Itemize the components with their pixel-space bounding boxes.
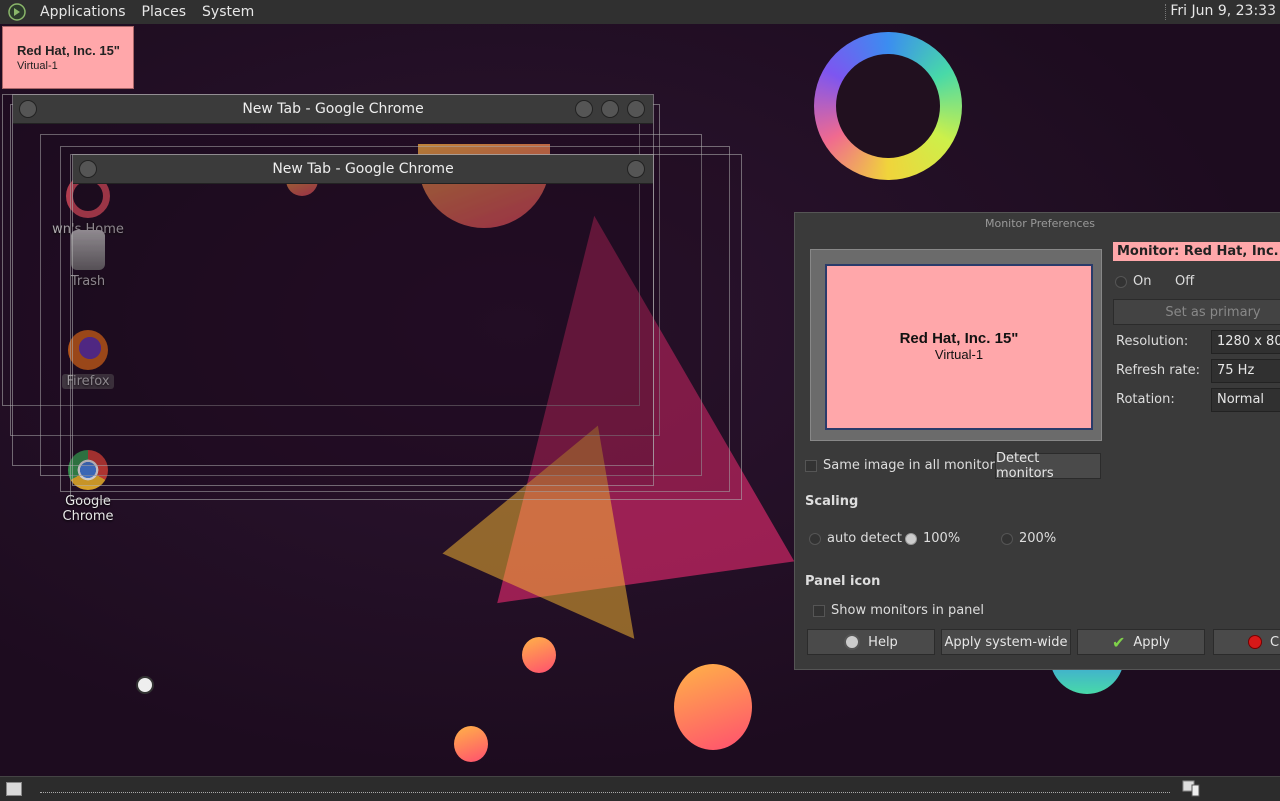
close-button[interactable]: C: [1213, 629, 1280, 655]
menu-system[interactable]: System: [194, 4, 262, 20]
top-panel: Applications Places System Fri Jun 9, 23…: [0, 0, 1280, 25]
checkbox-indicator[interactable]: [805, 459, 817, 472]
radio-indicator[interactable]: [809, 532, 821, 545]
window-title: New Tab - Google Chrome: [272, 161, 454, 177]
scaling-200-radio[interactable]: 200%: [1001, 531, 1056, 546]
apply-label: Apply: [1133, 634, 1171, 650]
maximize-button[interactable]: [601, 100, 619, 118]
power-on-label: On: [1133, 274, 1152, 289]
same-image-label: Same image in all monitors: [823, 458, 1002, 473]
clock[interactable]: Fri Jun 9, 23:33: [1170, 3, 1276, 19]
power-off-label: Off: [1175, 274, 1195, 289]
monitor-output: Virtual-1: [17, 60, 58, 72]
refresh-combo[interactable]: 75 Hz: [1211, 359, 1280, 383]
menu-places[interactable]: Places: [134, 4, 195, 20]
checkmark-icon: ✔: [1111, 632, 1126, 652]
minimize-button[interactable]: [575, 100, 593, 118]
apply-system-wide-button[interactable]: Apply system-wide: [941, 629, 1071, 655]
chrome-window-back[interactable]: New Tab - Google Chrome: [72, 154, 654, 486]
monitor-preferences-dialog[interactable]: Monitor Preferences Red Hat, Inc. 15" Vi…: [794, 212, 1280, 670]
resolution-combo[interactable]: 1280 x 800: [1211, 330, 1280, 354]
window-title: New Tab - Google Chrome: [242, 101, 424, 117]
monitor-identify-badge: Red Hat, Inc. 15" Virtual-1: [2, 26, 134, 89]
wallpaper-ball: [674, 664, 752, 750]
window-titlebar[interactable]: New Tab - Google Chrome: [73, 155, 653, 184]
monitor-label: Monitor: Red Hat, Inc. 15": [1113, 242, 1280, 261]
distro-logo-icon[interactable]: [8, 3, 26, 21]
preview-name: Red Hat, Inc. 15": [899, 330, 1019, 347]
help-button[interactable]: Help: [807, 629, 935, 655]
scaling-heading: Scaling: [805, 494, 859, 509]
show-in-panel-checkbox[interactable]: Show monitors in panel: [813, 603, 984, 618]
monitor-preview[interactable]: Red Hat, Inc. 15" Virtual-1: [810, 249, 1102, 441]
detect-monitors-button[interactable]: Detect monitors: [995, 451, 1101, 481]
show-desktop-icon[interactable]: [6, 782, 22, 796]
help-label: Help: [868, 634, 898, 650]
power-on-radio[interactable]: On: [1115, 274, 1151, 289]
close-button[interactable]: [627, 100, 645, 118]
show-in-panel-label: Show monitors in panel: [831, 603, 985, 618]
apply-button[interactable]: ✔ Apply: [1077, 629, 1205, 655]
help-icon: [844, 634, 861, 650]
menu-applications[interactable]: Applications: [32, 4, 134, 20]
bottom-panel: [0, 776, 1280, 801]
dialog-title: Monitor Preferences: [984, 217, 1095, 230]
panel-separator: [1165, 4, 1168, 20]
rotation-label: Rotation:: [1116, 392, 1175, 407]
taskbar-area[interactable]: [40, 792, 1170, 793]
monitor-preview-screen[interactable]: Red Hat, Inc. 15" Virtual-1: [825, 264, 1093, 430]
refresh-label: Refresh rate:: [1116, 363, 1201, 378]
panel-icon-heading: Panel icon: [805, 574, 881, 589]
checkbox-indicator[interactable]: [813, 604, 825, 617]
same-image-checkbox[interactable]: Same image in all monitors: [805, 458, 1002, 473]
radio-indicator[interactable]: [1001, 532, 1013, 545]
scaling-100-radio[interactable]: 100%: [905, 531, 960, 546]
power-off-radio[interactable]: Off: [1175, 274, 1194, 289]
preview-output: Virtual-1: [934, 347, 984, 362]
wallpaper-ball: [454, 726, 488, 762]
scaling-100-label: 100%: [923, 531, 961, 546]
scaling-auto-label: auto detect: [827, 531, 902, 546]
mouse-cursor: [136, 676, 154, 694]
wallpaper-ring: [814, 32, 962, 180]
close-label: C: [1270, 634, 1280, 650]
wallpaper-ball: [522, 637, 556, 673]
scaling-auto-radio[interactable]: auto detect: [809, 531, 902, 546]
window-titlebar[interactable]: New Tab - Google Chrome: [13, 95, 653, 124]
radio-indicator[interactable]: [905, 532, 917, 545]
set-primary-button[interactable]: Set as primary: [1113, 299, 1280, 325]
resolution-label: Resolution:: [1116, 334, 1189, 349]
close-icon: [1248, 635, 1262, 649]
scaling-200-label: 200%: [1019, 531, 1057, 546]
minimize-button[interactable]: [627, 160, 645, 178]
rotation-combo[interactable]: Normal: [1211, 388, 1280, 412]
monitor-name: Red Hat, Inc. 15": [17, 43, 120, 58]
workspace-switcher-icon[interactable]: [1182, 779, 1200, 797]
radio-indicator[interactable]: [1115, 275, 1127, 288]
